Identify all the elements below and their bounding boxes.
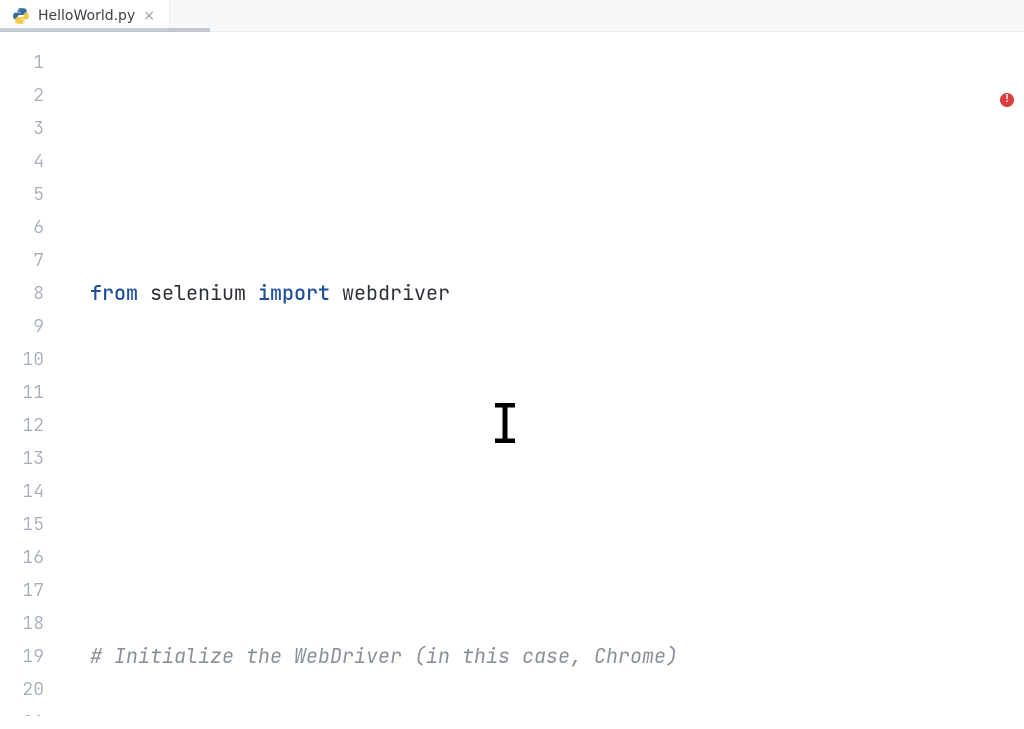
line-number: 19 (0, 640, 44, 673)
line-number: 6 (0, 211, 44, 244)
python-icon (12, 7, 30, 25)
line-number: 7 (0, 244, 44, 277)
file-tab-label: HelloWorld.py (38, 8, 135, 24)
text-cursor-icon (418, 370, 448, 410)
comment: # Initialize the WebDriver (in this case… (90, 643, 678, 669)
identifier: selenium (150, 280, 246, 306)
identifier: webdriver (342, 280, 450, 306)
line-number: 17 (0, 574, 44, 607)
code-line[interactable] (90, 508, 1024, 541)
line-number: 20 (0, 673, 44, 706)
file-error-badge[interactable]: ! (928, 46, 1014, 145)
line-number: 13 (0, 442, 44, 475)
editor[interactable]: 123456789101112131415161718192021 ! from… (0, 32, 1024, 725)
bottom-edge (0, 725, 1024, 729)
line-number: 8 (0, 277, 44, 310)
keyword: from (90, 280, 138, 306)
code-line[interactable]: from selenium import webdriver (90, 277, 1024, 310)
line-number: 18 (0, 607, 44, 640)
tab-bar: HelloWorld.py × (0, 0, 1024, 32)
close-icon[interactable]: × (143, 8, 155, 24)
line-number: 15 (0, 508, 44, 541)
line-number: 3 (0, 112, 44, 145)
file-tab[interactable]: HelloWorld.py × (0, 0, 170, 31)
code-area[interactable]: ! from selenium import webdriver # Initi… (56, 32, 1024, 725)
code-line[interactable] (90, 409, 1024, 442)
current-line-highlight (56, 706, 1024, 725)
line-number: 5 (0, 178, 44, 211)
error-icon: ! (1000, 93, 1014, 107)
line-number: 14 (0, 475, 44, 508)
line-number: 10 (0, 343, 44, 376)
line-number: 21 (0, 706, 44, 716)
line-number: 16 (0, 541, 44, 574)
line-number: 2 (0, 79, 44, 112)
line-number: 1 (0, 46, 44, 79)
line-number: 12 (0, 409, 44, 442)
code-line[interactable]: # Initialize the WebDriver (in this case… (90, 640, 1024, 673)
keyword: import (258, 280, 330, 306)
gutter: 123456789101112131415161718192021 (0, 32, 56, 725)
line-number: 11 (0, 376, 44, 409)
line-number: 9 (0, 310, 44, 343)
line-number: 4 (0, 145, 44, 178)
